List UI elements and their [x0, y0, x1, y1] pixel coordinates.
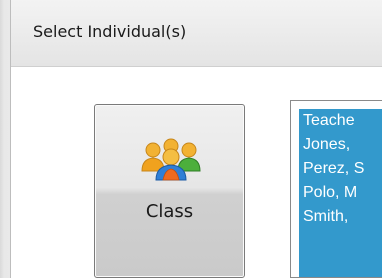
title-bar[interactable]: Select Individual(s)	[0, 0, 382, 67]
list-item[interactable]: Teache	[299, 109, 382, 133]
select-individuals-dialog: Select Individual(s) Class Teache Jones,…	[0, 0, 382, 278]
individuals-list[interactable]: Teache Jones, Perez, S Polo, M Smith,	[290, 100, 382, 278]
window-title: Select Individual(s)	[33, 22, 187, 41]
list-item[interactable]: Perez, S	[299, 157, 382, 181]
class-button-label: Class	[145, 201, 194, 222]
list-item[interactable]: Smith,	[299, 205, 382, 229]
group-users-icon	[141, 138, 201, 181]
list-item[interactable]: Jones,	[299, 133, 382, 157]
window-frame-edge	[0, 0, 11, 278]
class-button[interactable]: Class	[94, 104, 245, 278]
list-selection-area: Teache Jones, Perez, S Polo, M Smith,	[299, 109, 382, 277]
list-item[interactable]: Polo, M	[299, 181, 382, 205]
